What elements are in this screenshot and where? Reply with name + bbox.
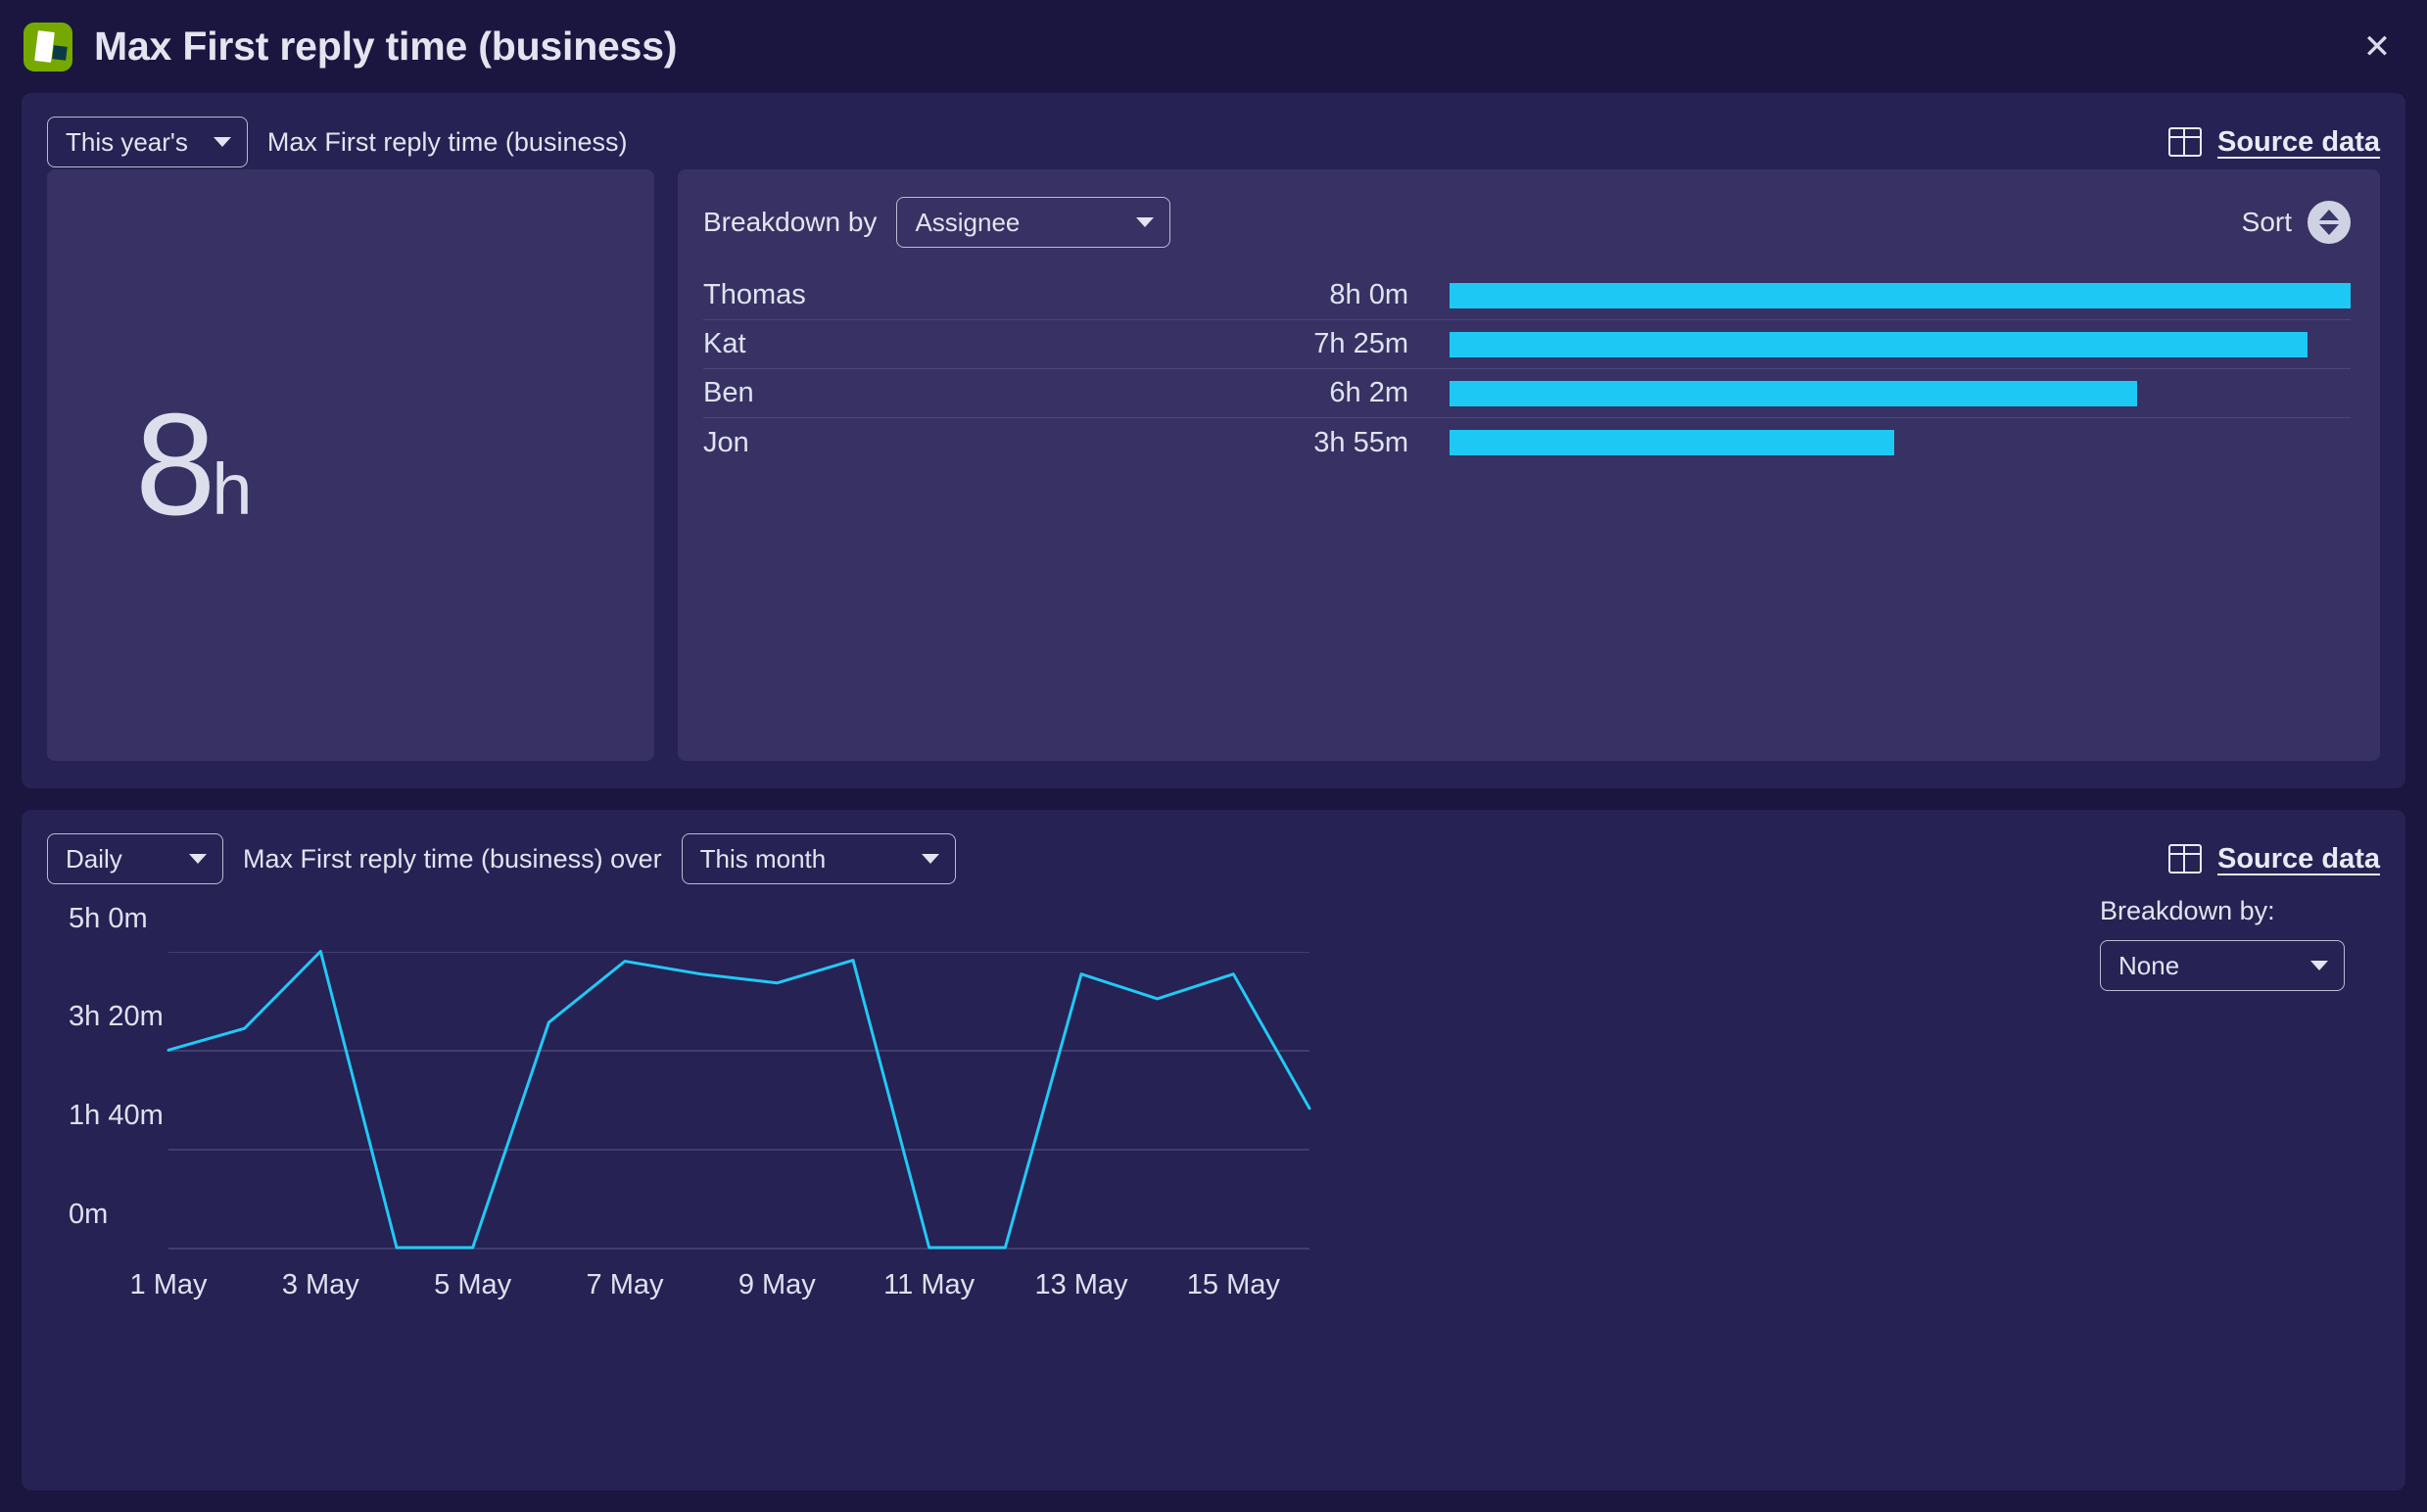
table-icon	[2168, 844, 2202, 874]
metric-label: Max First reply time (business)	[267, 127, 628, 158]
breakdown-row-bar-track	[1450, 332, 2351, 357]
summary-panel-header: This year's Max First reply time (busine…	[22, 93, 2405, 169]
summary-unit: h	[212, 449, 251, 530]
breakdown-row-bar	[1450, 332, 2308, 357]
chart-x-tick-label: 13 May	[1034, 1269, 1127, 1301]
breakdown-row-name: Jon	[703, 427, 1291, 459]
window-title: Max First reply time (business)	[94, 24, 677, 70]
summary-panel-body: 8h Breakdown by Assignee Sort	[22, 169, 2405, 786]
breakdown-row-bar	[1450, 283, 2351, 308]
period-select[interactable]: This year's	[47, 117, 248, 167]
breakdown-select-value: Assignee	[915, 208, 1020, 238]
chart-breakdown-value: None	[2118, 951, 2179, 981]
source-data-label: Source data	[2217, 126, 2380, 159]
breakdown-label: Breakdown by	[703, 207, 877, 238]
interval-select-value: Daily	[66, 844, 122, 874]
breakdown-row-bar-track	[1450, 430, 2351, 455]
breakdown-row-name: Kat	[703, 328, 1291, 360]
timeseries-panel: Daily Max First reply time (business) ov…	[22, 810, 2405, 1490]
chart-y-axis: 5h 0m 3h 20m 1h 40m 0m	[47, 892, 168, 1248]
chart-gridline	[168, 1248, 1309, 1250]
table-row[interactable]: Kat7h 25m	[703, 320, 2351, 369]
chart-plot-area	[168, 892, 1309, 1248]
source-data-link-bottom[interactable]: Source data	[2168, 843, 2380, 875]
breakdown-card: Breakdown by Assignee Sort Thomas8h 0mKa…	[678, 169, 2380, 761]
sort-button[interactable]: Sort	[2242, 201, 2351, 244]
source-data-link-top[interactable]: Source data	[2168, 126, 2380, 159]
breakdown-row-name: Thomas	[703, 279, 1291, 311]
chart-y-tick-label: 0m	[69, 1199, 108, 1231]
timeseries-panel-header: Daily Max First reply time (business) ov…	[22, 810, 2405, 886]
breakdown-row-name: Ben	[703, 377, 1291, 409]
period-select-value: This year's	[66, 127, 188, 158]
breakdown-select[interactable]: Assignee	[896, 197, 1170, 248]
chart-x-tick-label: 15 May	[1187, 1269, 1280, 1301]
breakdown-row-value: 7h 25m	[1291, 328, 1408, 360]
interval-select[interactable]: Daily	[47, 833, 223, 884]
chevron-down-icon	[2310, 961, 2328, 970]
sort-updown-icon	[2308, 201, 2351, 244]
metric-detail-window: Max First reply time (business) ✕ This y…	[0, 0, 2427, 1512]
breakdown-row-value: 8h 0m	[1291, 279, 1408, 311]
sort-label: Sort	[2242, 207, 2292, 238]
breakdown-row-bar-track	[1450, 283, 2351, 308]
window-titlebar: Max First reply time (business) ✕	[0, 0, 2427, 93]
chevron-down-icon	[1136, 217, 1154, 227]
summary-number: 8	[135, 384, 212, 545]
chart-x-tick-label: 7 May	[587, 1269, 664, 1301]
chart-line-series	[168, 892, 1309, 1248]
range-select-value: This month	[700, 844, 827, 874]
breakdown-header: Breakdown by Assignee Sort	[703, 195, 2351, 250]
breakdown-row-value: 3h 55m	[1291, 427, 1408, 459]
summary-panel: This year's Max First reply time (busine…	[22, 93, 2405, 788]
logo-chip-shape	[52, 45, 68, 61]
chart-x-tick-label: 1 May	[130, 1269, 208, 1301]
chevron-down-icon	[214, 137, 231, 147]
timeseries-metric-label: Max First reply time (business) over	[243, 844, 662, 874]
table-row[interactable]: Ben6h 2m	[703, 369, 2351, 418]
chart-breakdown-select[interactable]: None	[2100, 940, 2345, 991]
chevron-down-icon	[922, 854, 939, 864]
source-data-label: Source data	[2217, 843, 2380, 875]
chart-breakdown-control: Breakdown by: None	[2100, 896, 2355, 991]
chart-x-tick-label: 5 May	[434, 1269, 511, 1301]
breakdown-row-bar	[1450, 430, 1894, 455]
chart-x-tick-label: 3 May	[282, 1269, 359, 1301]
table-icon	[2168, 127, 2202, 157]
line-chart: 5h 0m 3h 20m 1h 40m 0m 1 May 3 May 5 May 7 May…	[47, 892, 2380, 1303]
chart-y-tick-label: 3h 20m	[69, 1001, 164, 1033]
dashboard-logo-icon	[24, 23, 72, 71]
breakdown-rows: Thomas8h 0mKat7h 25mBen6h 2mJon3h 55m	[703, 271, 2351, 467]
breakdown-row-value: 6h 2m	[1291, 377, 1408, 409]
chart-y-tick-label: 1h 40m	[69, 1100, 164, 1132]
table-row[interactable]: Jon3h 55m	[703, 418, 2351, 467]
summary-value: 8h	[135, 393, 251, 538]
chart-y-tick-label: 5h 0m	[69, 903, 148, 935]
breakdown-row-bar-track	[1450, 381, 2351, 406]
range-select[interactable]: This month	[682, 833, 956, 884]
table-row[interactable]: Thomas8h 0m	[703, 271, 2351, 320]
chevron-down-icon	[189, 854, 207, 864]
chart-x-tick-label: 11 May	[883, 1269, 975, 1301]
summary-value-card: 8h	[47, 169, 654, 761]
close-icon[interactable]: ✕	[2355, 24, 2400, 70]
chart-breakdown-caption: Breakdown by:	[2100, 896, 2355, 926]
chart-x-tick-label: 9 May	[738, 1269, 816, 1301]
breakdown-row-bar	[1450, 381, 2137, 406]
